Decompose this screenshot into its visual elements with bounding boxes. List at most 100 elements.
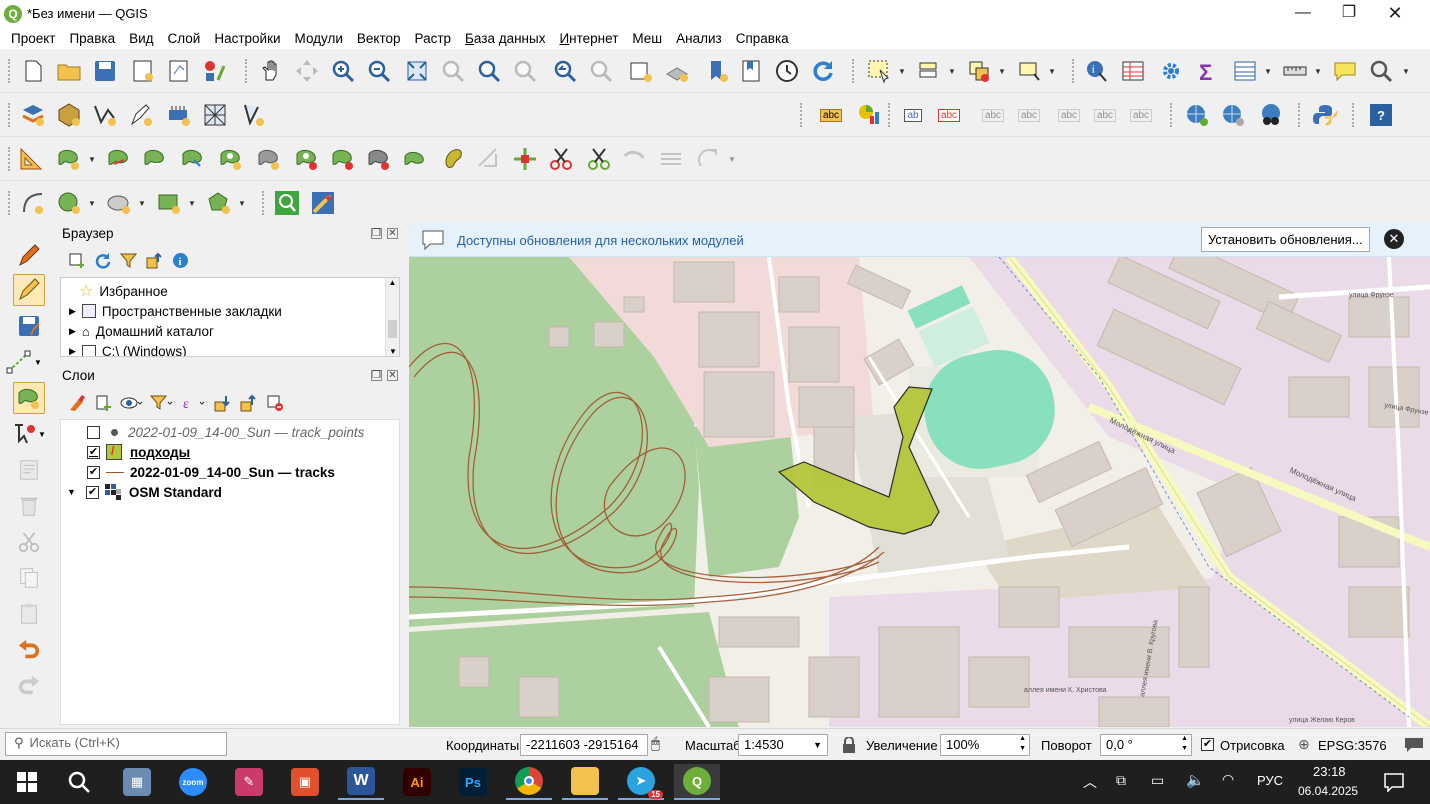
delete-ring-button[interactable] [292, 145, 322, 173]
toolbar-grip[interactable] [8, 191, 12, 215]
toolbar-grip[interactable] [8, 147, 12, 171]
fill-ring-button[interactable] [254, 145, 284, 173]
toolbar-grip[interactable] [1072, 59, 1076, 83]
locator-button[interactable] [1366, 57, 1396, 85]
new-virtual-layer-button[interactable] [164, 101, 194, 129]
messages-icon[interactable] [1404, 737, 1424, 753]
taskbar-app-telegram[interactable]: ➤ 15 [618, 764, 664, 800]
start-button[interactable] [4, 764, 50, 800]
extents-toggle-icon[interactable]: 🖱 [651, 735, 660, 752]
new-geopackage-layer-button[interactable] [54, 101, 84, 129]
chevron-down-icon[interactable]: ▼ [1048, 67, 1056, 76]
show-hide-labels-button[interactable]: abc [978, 101, 1008, 129]
rotate-label-button[interactable]: abc [1054, 101, 1084, 129]
delete-selected-button[interactable] [13, 490, 45, 522]
zoom-full-button[interactable] [402, 57, 432, 85]
attribute-table-button[interactable] [1118, 57, 1148, 85]
select-by-value-button[interactable] [914, 57, 944, 85]
layer-diagram-options-button[interactable] [854, 101, 884, 129]
crs-globe-icon[interactable]: ⊕ [1298, 736, 1310, 753]
toolbar-grip[interactable] [1170, 103, 1174, 127]
select-by-location-button[interactable] [1014, 57, 1044, 85]
zoom-to-selection-button[interactable] [438, 57, 468, 85]
taskbar-app-file-explorer[interactable] [562, 764, 608, 800]
reshape-features-button[interactable] [104, 145, 134, 173]
menu-mesh[interactable]: Меш [625, 31, 669, 46]
layer-visibility-checkbox[interactable]: ✔ [87, 445, 100, 459]
close-message-icon[interactable]: ✕ [1384, 229, 1404, 249]
menu-view[interactable]: Вид [122, 31, 160, 46]
toolbar-grip[interactable] [888, 103, 892, 127]
add-ring-button[interactable] [216, 145, 246, 173]
locate-feature-button[interactable] [272, 189, 302, 217]
deselect-all-button[interactable] [964, 57, 994, 85]
notifications-icon[interactable] [1384, 772, 1404, 792]
locator-search-input[interactable]: ⚲ Искать (Ctrl+K) [5, 732, 227, 756]
toolbar-grip[interactable] [852, 59, 856, 83]
collapse-all-icon[interactable] [146, 252, 163, 269]
scale-feature-button[interactable] [474, 145, 504, 173]
new-print-layout-button[interactable] [128, 57, 158, 85]
save-layer-edits-button[interactable] [13, 310, 45, 342]
pan-to-selection-button[interactable] [292, 57, 322, 85]
close-panel-icon[interactable]: ✕ [387, 228, 398, 239]
add-regular-polygon-button[interactable] [204, 189, 234, 217]
toolbar-grip[interactable] [245, 59, 249, 83]
filter-legend-icon[interactable] [150, 394, 174, 412]
zoom-next-button[interactable] [586, 57, 616, 85]
undo-button[interactable] [13, 634, 45, 666]
delete-part-button[interactable] [328, 145, 358, 173]
vertex-tool-options-button[interactable] [16, 145, 46, 173]
new-map-view-button[interactable] [626, 57, 656, 85]
toggle-editing-button[interactable] [13, 274, 45, 306]
chevron-down-icon[interactable]: ▼ [948, 67, 956, 76]
measure-line-button[interactable] [1280, 57, 1310, 85]
move-label-button[interactable]: abc [1014, 101, 1044, 129]
chevron-down-icon[interactable]: ▼ [1314, 67, 1322, 76]
spinner-arrows-icon[interactable]: ▲ ▼ [1181, 734, 1188, 754]
render-checkbox[interactable]: ✔ [1201, 738, 1214, 751]
chevron-down-icon[interactable]: ▼ [813, 735, 822, 755]
modify-attributes-button[interactable] [13, 454, 45, 486]
toolbar-grip[interactable] [8, 59, 12, 83]
toolbar-grip[interactable] [800, 103, 804, 127]
menu-web[interactable]: Интернет [552, 31, 625, 46]
maximize-button[interactable]: ❐ [1326, 0, 1372, 27]
new-mesh-layer-button[interactable] [200, 101, 230, 129]
vertex-tool-button[interactable]: ▼ [5, 418, 53, 450]
float-panel-icon[interactable]: ❐ [371, 228, 382, 239]
chevron-down-icon[interactable]: ▼ [138, 199, 146, 208]
search-taskbar-button[interactable] [56, 764, 102, 800]
toolbar-grip[interactable] [1352, 103, 1356, 127]
copy-features-button[interactable] [13, 562, 45, 594]
pin-unpin-labels-button[interactable]: ab [898, 101, 928, 129]
chevron-right-icon[interactable]: ▶ [69, 306, 76, 317]
chevron-up-icon[interactable]: ︿ [1083, 772, 1097, 792]
label-properties-button[interactable]: abc [1126, 101, 1156, 129]
coordinates-field[interactable]: -2211603 -2915164 [520, 734, 648, 756]
crs-button[interactable]: EPSG:3576 [1318, 738, 1387, 753]
refresh-icon[interactable] [94, 252, 111, 269]
split-parts-scissors-button[interactable] [584, 145, 614, 173]
toolbar-grip[interactable] [262, 191, 266, 215]
pan-map-button[interactable] [256, 57, 286, 85]
new-gps-layer-button[interactable] [238, 101, 268, 129]
show-bookmarks-button[interactable] [736, 57, 766, 85]
layer-item-osm-standard[interactable]: ▼ ✔ OSM Standard [67, 482, 222, 502]
add-ellipse-button[interactable] [104, 189, 134, 217]
zoom-to-layer-button[interactable] [474, 57, 504, 85]
chevron-right-icon[interactable]: ▶ [69, 346, 76, 357]
meet-now-icon[interactable]: ⧉ [1116, 772, 1126, 789]
close-panel-icon[interactable]: ✕ [387, 370, 398, 381]
chevron-down-icon[interactable]: ▼ [238, 199, 246, 208]
taskbar-app-qgis[interactable]: Q [674, 764, 720, 800]
taskbar-app-paint[interactable]: ✎ [226, 764, 272, 800]
temporal-controller-button[interactable] [772, 57, 802, 85]
collapse-all-icon[interactable] [240, 394, 258, 412]
wifi-icon[interactable]: ◠ [1222, 771, 1234, 788]
add-circular-string-button[interactable] [18, 189, 48, 217]
chevron-down-icon[interactable]: ▼ [898, 67, 906, 76]
new-project-button[interactable] [18, 57, 48, 85]
chevron-down-icon[interactable]: ▼ [38, 430, 46, 439]
open-field-calculator-button[interactable] [1230, 57, 1260, 85]
